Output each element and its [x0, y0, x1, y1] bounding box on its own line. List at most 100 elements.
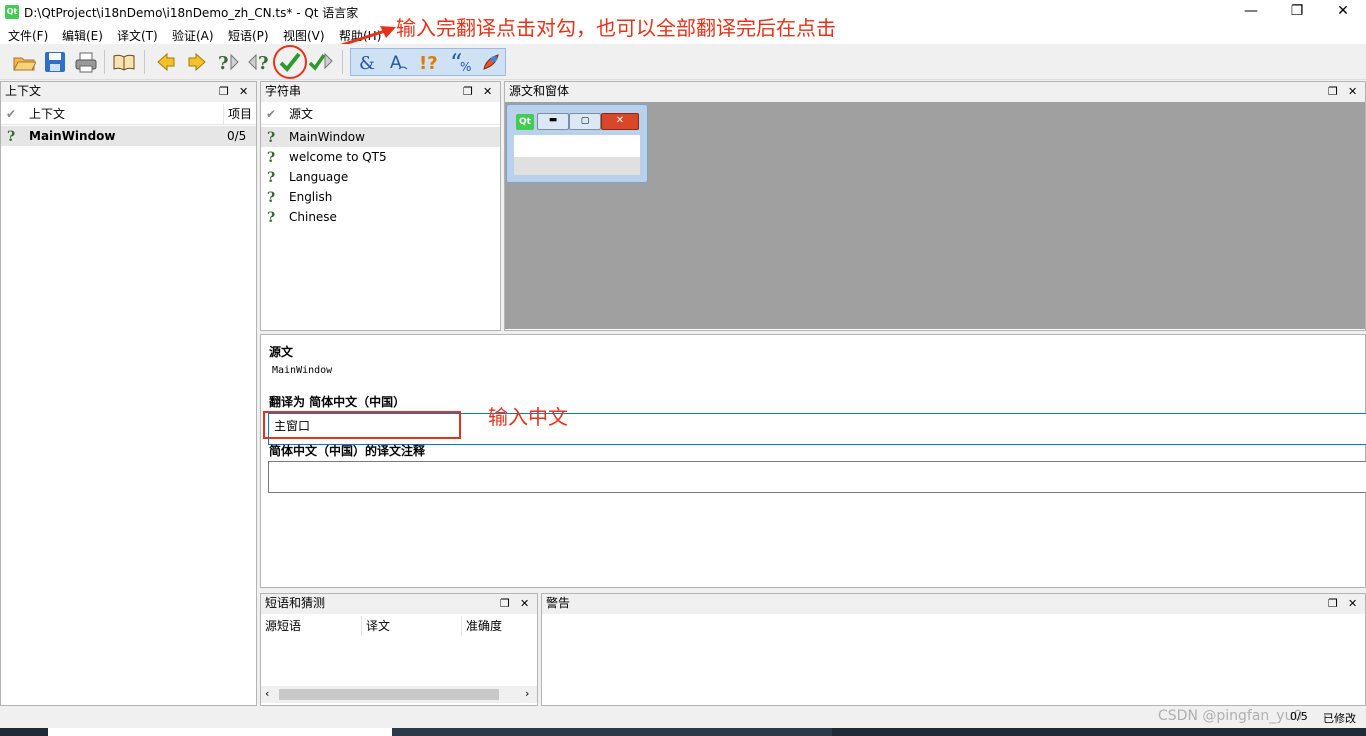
annotation-top: 输入完翻译点击对勾，也可以全部翻译完后在点击 — [396, 16, 836, 40]
close-icon[interactable]: ✕ — [520, 594, 529, 613]
status-modified: 已修改 — [1323, 712, 1356, 725]
col-source-phrase[interactable]: 源短语 — [265, 616, 301, 636]
next-unfinished-icon[interactable]: ? — [245, 48, 273, 76]
source-label: 源文 — [269, 345, 294, 359]
open-icon[interactable] — [10, 48, 38, 76]
comment-input[interactable] — [268, 461, 1366, 493]
strings-dock-title: 字符串 — [265, 84, 302, 98]
menu-phrases[interactable]: 短语(P) — [228, 27, 269, 44]
previous-unfinished-icon[interactable]: ? — [214, 48, 242, 76]
string-text: English — [289, 190, 333, 204]
form-preview-window[interactable]: Qt ▬ ▢ ✕ — [506, 104, 648, 183]
next-icon[interactable] — [183, 48, 211, 76]
float-icon[interactable]: ❐ — [1328, 594, 1338, 613]
annotation-circle — [273, 45, 307, 79]
col-items-header[interactable]: 项目 — [223, 104, 252, 124]
horizontal-scrollbar[interactable]: ‹ › — [261, 686, 537, 703]
maximize-button[interactable]: ❐ — [1274, 0, 1320, 24]
col-context-header[interactable]: 上下文 — [29, 104, 65, 124]
watermark: CSDN @pingfan_yu0 — [1158, 708, 1303, 724]
float-icon[interactable]: ❐ — [219, 82, 229, 101]
save-icon[interactable] — [41, 48, 69, 76]
context-name: MainWindow — [29, 129, 116, 143]
unfinished-icon: ? — [267, 150, 276, 166]
comment-label: 简体中文（中国）的译文注释 — [269, 444, 426, 458]
context-count: 0/5 — [227, 129, 247, 143]
close-icon[interactable]: ✕ — [239, 82, 248, 101]
svg-text:%: % — [460, 60, 471, 73]
context-dock-title: 上下文 — [5, 84, 42, 98]
unfinished-icon: ? — [7, 129, 16, 145]
accelerator-check-icon[interactable]: & — [353, 48, 381, 76]
sources-dock-title: 源文和窗体 — [509, 84, 570, 98]
close-button[interactable]: ✕ — [1320, 0, 1366, 24]
svg-text:?: ? — [258, 53, 269, 73]
string-text: MainWindow — [289, 130, 365, 144]
strings-dock: 字符串 ❐ ✕ ✔ 源文 ? MainWindow ? welcome to Q… — [260, 81, 501, 331]
menu-edit[interactable]: 编辑(E) — [62, 27, 103, 44]
menu-translation[interactable]: 译文(T) — [117, 27, 158, 44]
window-title: D:\QtProject\i18nDemo\i18nDemo_zh_CN.ts*… — [24, 6, 359, 20]
scroll-left-icon[interactable]: ‹ — [265, 687, 269, 700]
float-icon[interactable]: ❐ — [463, 82, 473, 101]
float-icon[interactable]: ❐ — [500, 594, 510, 613]
close-icon[interactable]: ✕ — [1348, 594, 1357, 613]
taskbar — [0, 728, 1366, 736]
string-text: Language — [289, 170, 349, 184]
string-row[interactable]: ? Language — [261, 167, 500, 187]
menu-validation[interactable]: 验证(A) — [172, 27, 214, 44]
unfinished-icon: ? — [267, 210, 276, 226]
punctuation-check-icon[interactable]: A — [384, 48, 412, 76]
string-text: Chinese — [289, 210, 337, 224]
float-icon[interactable]: ❐ — [1328, 82, 1338, 101]
svg-text:A: A — [390, 53, 402, 73]
preview-maximize-icon: ▢ — [569, 113, 601, 130]
phrase-check-icon[interactable]: !? — [415, 48, 443, 76]
status-progress: 0/5 — [1290, 710, 1308, 723]
status-bar: CSDN @pingfan_yu0 0/5 已修改 — [0, 706, 1366, 728]
phrasebook-icon[interactable] — [110, 48, 138, 76]
string-row[interactable]: ? welcome to QT5 — [261, 147, 500, 167]
print-icon[interactable] — [72, 48, 100, 76]
annotation-input: 输入中文 — [488, 405, 568, 429]
scroll-right-icon[interactable]: › — [525, 687, 529, 700]
svg-text:&: & — [359, 53, 375, 73]
surrogate-check-icon[interactable] — [477, 48, 505, 76]
string-row[interactable]: ? Chinese — [261, 207, 500, 227]
translation-label: 翻译为 简体中文（中国） — [269, 395, 406, 409]
string-row[interactable]: ? English — [261, 187, 500, 207]
phrases-dock: 短语和猜测 ❐ ✕ 源短语 译文 准确度 ‹ › — [260, 593, 538, 706]
form-preview-area: Qt ▬ ▢ ✕ — [505, 102, 1365, 329]
header-check-icon: ✔ — [6, 107, 17, 121]
toolbar: ? ? & A !? “% — [0, 44, 1366, 80]
close-icon[interactable]: ✕ — [483, 82, 492, 101]
context-header: ✔ 上下文 项目 — [1, 104, 256, 125]
sources-dock: 源文和窗体 ❐ ✕ Qt ▬ ▢ ✕ — [504, 81, 1366, 331]
string-text: welcome to QT5 — [289, 150, 387, 164]
done-and-next-icon[interactable] — [307, 48, 335, 76]
col-source-header[interactable]: 源文 — [289, 104, 313, 124]
unfinished-icon: ? — [267, 170, 276, 186]
col-translation[interactable]: 译文 — [361, 616, 390, 636]
context-dock: 上下文 ❐ ✕ ✔ 上下文 项目 ? MainWindow 0/5 — [0, 81, 257, 706]
qt-logo-icon: Qt — [516, 114, 534, 130]
unfinished-icon: ? — [267, 190, 276, 206]
translation-editor: 源文 MainWindow 翻译为 简体中文（中国） 主窗口 简体中文（中国）的… — [260, 334, 1366, 588]
preview-close-icon: ✕ — [601, 113, 639, 130]
header-check-icon: ✔ — [266, 107, 277, 121]
close-icon[interactable]: ✕ — [1348, 82, 1357, 101]
strings-header: ✔ 源文 — [261, 104, 500, 125]
menu-file[interactable]: 文件(F) — [8, 27, 48, 44]
svg-text:?: ? — [218, 53, 229, 73]
string-row[interactable]: ? MainWindow — [261, 127, 500, 147]
scrollbar-thumb[interactable] — [279, 689, 499, 700]
previous-icon[interactable] — [152, 48, 180, 76]
preview-minimize-icon: ▬ — [537, 113, 569, 130]
placemarker-check-icon[interactable]: “% — [446, 48, 474, 76]
warnings-dock: 警告 ❐ ✕ — [541, 593, 1366, 706]
phrases-dock-title: 短语和猜测 — [265, 596, 326, 610]
col-accuracy[interactable]: 准确度 — [461, 616, 502, 636]
context-row[interactable]: ? MainWindow 0/5 — [1, 126, 256, 146]
unfinished-icon: ? — [267, 130, 276, 146]
minimize-button[interactable]: — — [1228, 0, 1274, 24]
